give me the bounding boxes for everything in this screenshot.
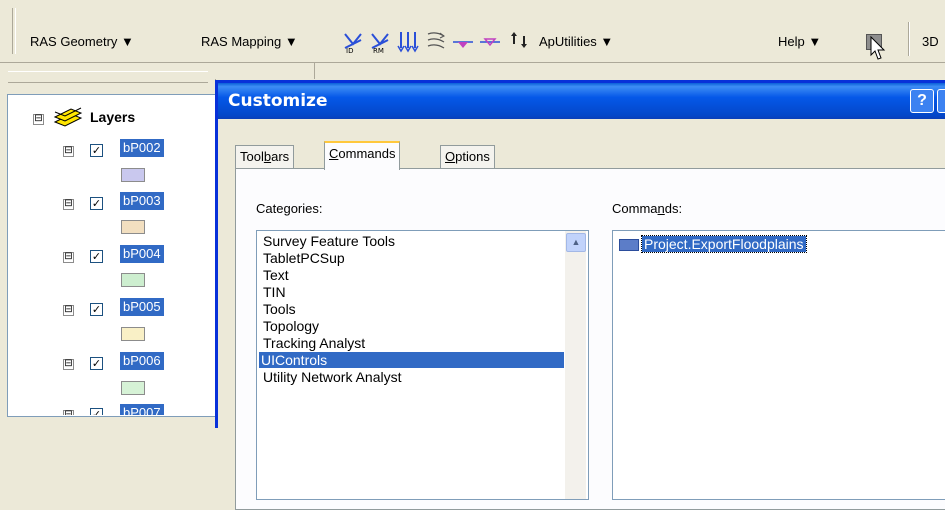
list-item[interactable]: Utility Network Analyst <box>261 369 403 385</box>
customize-dialog: Customize ? Toolbars Commands Options Ca… <box>215 80 945 510</box>
map-area-edge <box>215 63 315 79</box>
close-button[interactable] <box>937 89 945 113</box>
flow-lines-icon[interactable] <box>425 30 447 54</box>
categories-label: Categories: <box>256 201 323 216</box>
tab-commands-text-rest: ommands <box>338 146 396 161</box>
list-item-selected[interactable]: UIControls <box>259 352 564 368</box>
categories-scrollbar[interactable] <box>565 231 586 499</box>
layer-expander-icon[interactable]: ⊟ <box>63 252 74 263</box>
layer-visibility-checkbox[interactable]: ✓ <box>90 357 103 370</box>
aputilities-menu[interactable]: ApUtilities ▼ <box>539 34 613 50</box>
help-menu[interactable]: Help ▼ <box>778 34 821 50</box>
layer-visibility-checkbox[interactable]: ✓ <box>90 197 103 210</box>
toolbar-grip[interactable] <box>12 8 16 54</box>
layers-stack-icon <box>53 107 83 127</box>
ras-geometry-menu-label: RAS Geometry ▼ <box>30 34 134 49</box>
tab-toolbars-text-rest: ars <box>271 149 290 164</box>
tab-commands-access-key: C <box>329 146 339 161</box>
xs-rm-text: RM <box>373 47 384 54</box>
xs-rm-icon[interactable]: RM <box>370 30 392 54</box>
layers-root-label[interactable]: Layers <box>90 109 135 125</box>
categories-label-access-key: g <box>283 201 291 216</box>
layer-expander-icon[interactable]: ⊟ <box>63 359 74 370</box>
layer-visibility-checkbox[interactable]: ✓ <box>90 250 103 263</box>
link-icon[interactable] <box>508 30 530 54</box>
ras-geometry-menu[interactable]: RAS Geometry ▼ <box>30 34 134 50</box>
commands-label-text-rest: ds: <box>664 201 683 216</box>
tab-commands[interactable]: Commands <box>324 141 401 170</box>
tab-options-text-rest: ptions <box>455 149 490 164</box>
levee-icon[interactable] <box>452 30 474 54</box>
mouse-cursor-icon <box>870 36 886 60</box>
list-item[interactable]: Tools <box>261 301 298 317</box>
layer-symbol-swatch[interactable] <box>121 381 145 395</box>
ras-mapping-menu[interactable]: RAS Mapping ▼ <box>201 34 298 50</box>
help-button[interactable]: ? <box>910 89 934 113</box>
tab-toolbars-text: Tool <box>240 149 264 164</box>
dialog-titlebar[interactable]: Customize ? <box>218 83 945 119</box>
layer-symbol-swatch[interactable] <box>121 273 145 287</box>
command-item[interactable]: Project.ExportFloodplains <box>619 235 807 253</box>
aputilities-menu-label: ApUtilities ▼ <box>539 34 614 49</box>
layer-expander-icon[interactable]: ⊟ <box>63 146 74 157</box>
list-item[interactable]: Survey Feature Tools <box>261 233 397 249</box>
toolbar-separator <box>908 22 910 56</box>
list-item[interactable]: TIN <box>261 284 288 300</box>
layers-expander-icon[interactable]: ⊟ <box>33 114 44 125</box>
layer-visibility-checkbox[interactable]: ✓ <box>90 144 103 157</box>
layer-name[interactable]: bP005 <box>120 298 164 316</box>
ineffective-area-icon[interactable] <box>479 30 501 54</box>
tab-options-access-key: O <box>445 149 456 164</box>
layer-name[interactable]: bP003 <box>120 192 164 210</box>
commands-label: Commands: <box>612 201 682 216</box>
toolbar-3d-label: 3D <box>922 34 939 49</box>
layer-expander-icon[interactable]: ⊟ <box>63 199 74 210</box>
tab-options[interactable]: Options <box>440 145 495 168</box>
commands-listbox[interactable]: Project.ExportFloodplains <box>612 230 945 500</box>
commands-label-access-key: n <box>657 201 665 216</box>
toc-toolbar-strip <box>8 71 208 83</box>
layer-name[interactable]: bP004 <box>120 245 164 263</box>
xs-id-icon[interactable]: ID <box>343 30 365 54</box>
command-button-icon <box>619 239 639 252</box>
ras-mapping-menu-label: RAS Mapping ▼ <box>201 34 298 49</box>
list-item[interactable]: Tracking Analyst <box>261 335 367 351</box>
layer-name[interactable]: bP002 <box>120 139 164 157</box>
layer-name[interactable]: bP006 <box>120 352 164 370</box>
layer-expander-icon[interactable]: ⊟ <box>63 305 74 316</box>
help-menu-label: Help ▼ <box>778 34 822 49</box>
categories-label-text-rest: ories: <box>290 201 323 216</box>
categories-label-text: Cate <box>256 201 284 216</box>
main-toolbar: RAS Geometry ▼ RAS Mapping ▼ ID RM ApUti… <box>0 0 945 63</box>
layer-visibility-checkbox[interactable]: ✓ <box>90 303 103 316</box>
toolbar-3d-item[interactable]: 3D <box>922 34 939 50</box>
xs-id-text: ID <box>346 47 353 54</box>
categories-listbox[interactable]: ▲ Survey Feature Tools TabletPCSup Text … <box>256 230 589 500</box>
dialog-title: Customize <box>228 91 328 111</box>
tab-toolbars-access-key: b <box>263 149 272 164</box>
toc-tree <box>7 94 217 417</box>
command-item-label: Project.ExportFloodplains <box>641 235 807 253</box>
layer-symbol-swatch[interactable] <box>121 220 145 234</box>
commands-label-text: Comma <box>612 201 658 216</box>
scroll-up-arrow-icon[interactable]: ▲ <box>566 233 586 252</box>
list-item[interactable]: TabletPCSup <box>261 250 347 266</box>
list-item[interactable]: Topology <box>261 318 321 334</box>
list-item[interactable]: Text <box>261 267 291 283</box>
layer-symbol-swatch[interactable] <box>121 168 145 182</box>
layer-symbol-swatch[interactable] <box>121 327 145 341</box>
flow-arrows-icon[interactable] <box>397 30 419 54</box>
tab-toolbars[interactable]: Toolbars <box>235 145 295 168</box>
